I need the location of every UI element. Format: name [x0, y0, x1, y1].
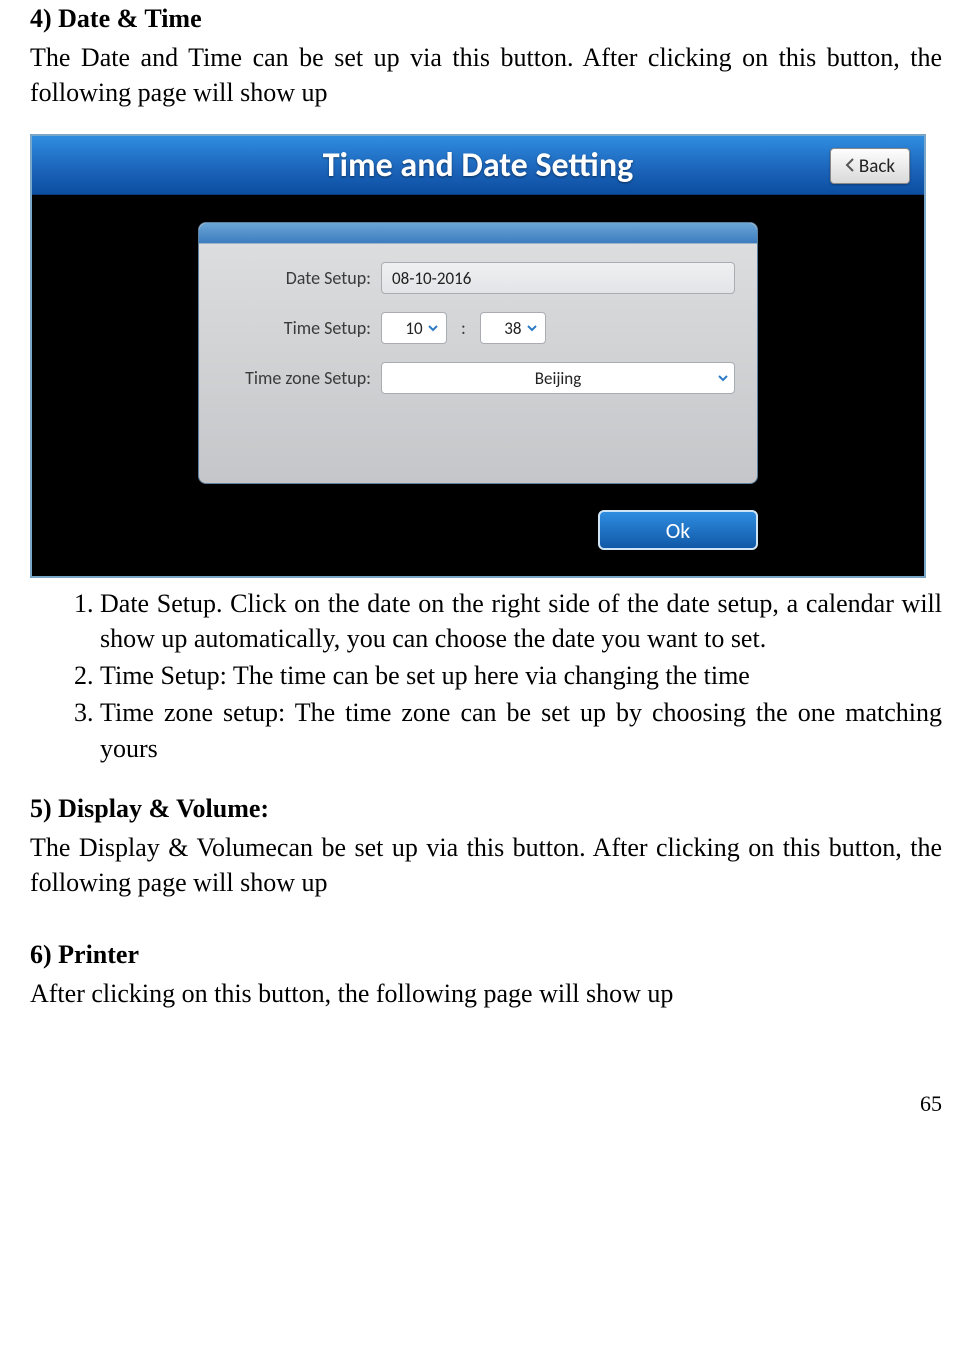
back-arrow-icon — [845, 155, 859, 178]
date-setup-field[interactable]: 08-10-2016 — [381, 262, 735, 294]
settings-dialog: Date Setup: 08-10-2016 Time Setup: 10 : — [198, 222, 758, 484]
chevron-down-icon — [523, 313, 541, 343]
date-setup-label: Date Setup: — [221, 267, 381, 289]
minute-select[interactable]: 38 — [480, 312, 546, 344]
ok-button[interactable]: Ok — [598, 510, 758, 550]
list-item: Time Setup: The time can be set up here … — [100, 658, 942, 693]
list-item: Date Setup. Click on the date on the rig… — [100, 586, 942, 656]
chevron-down-icon — [718, 363, 728, 393]
back-button-label: Back — [859, 155, 895, 178]
section-4-intro: The Date and Time can be set up via this… — [30, 40, 942, 110]
page-number: 65 — [30, 1091, 942, 1117]
section-5-heading: 5) Display & Volume: — [30, 794, 942, 824]
timezone-select[interactable]: Beijing — [381, 362, 735, 394]
date-setup-value: 08-10-2016 — [392, 268, 471, 289]
timezone-value: Beijing — [535, 368, 582, 389]
section-4-heading: 4) Date & Time — [30, 4, 942, 34]
time-colon: : — [461, 317, 466, 339]
list-item: Time zone setup: The time zone can be se… — [100, 695, 942, 765]
dialog-header: Time and Date Setting Back — [32, 136, 924, 195]
time-date-setting-screenshot: Time and Date Setting Back Date Setup: 0… — [30, 134, 926, 578]
minute-value: 38 — [504, 318, 521, 339]
back-button[interactable]: Back — [830, 148, 910, 184]
section-6-body: After clicking on this button, the follo… — [30, 976, 942, 1011]
instruction-list: Date Setup. Click on the date on the rig… — [30, 586, 942, 765]
hour-value: 10 — [405, 318, 422, 339]
chevron-down-icon — [424, 313, 442, 343]
timezone-setup-label: Time zone Setup: — [221, 367, 381, 389]
time-setup-label: Time Setup: — [221, 317, 381, 339]
dialog-title: Time and Date Setting — [32, 136, 924, 194]
dialog-titlebar — [199, 223, 757, 244]
section-5-body: The Display & Volumecan be set up via th… — [30, 830, 942, 900]
section-6-heading: 6) Printer — [30, 940, 942, 970]
ok-button-label: Ok — [666, 517, 691, 544]
hour-select[interactable]: 10 — [381, 312, 447, 344]
